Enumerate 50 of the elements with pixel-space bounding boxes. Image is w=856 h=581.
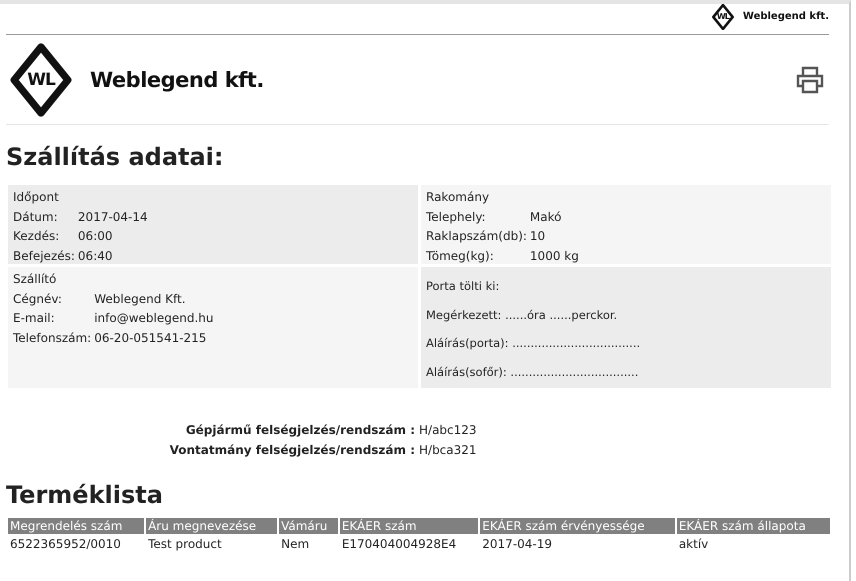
print-icon[interactable] bbox=[795, 66, 825, 94]
field-value: Makó bbox=[530, 208, 562, 226]
field-label: Befejezés: bbox=[13, 248, 75, 264]
table-cell-text: 2017-04-19 bbox=[481, 536, 554, 553]
field-label: Raklapszám(db): bbox=[426, 228, 527, 245]
field-label: Tömeg(kg): bbox=[426, 248, 495, 264]
table-cell-text: Test product bbox=[147, 536, 223, 553]
table-cell-text: E170404004928E4 bbox=[340, 536, 458, 553]
section-title: Szállítás adatai: bbox=[6, 142, 224, 172]
table-cell-text: Nem bbox=[280, 536, 310, 553]
form-line: Aláírás(porta): ................................... bbox=[426, 336, 642, 350]
panel-heading: Rakomány bbox=[426, 189, 490, 206]
brand-name: Weblegend kft. bbox=[90, 68, 264, 92]
field-value: 10 bbox=[530, 228, 546, 245]
column-header: Vámáru bbox=[279, 518, 338, 534]
field-label: Telefonszám: bbox=[13, 330, 92, 346]
field-label: E-mail: bbox=[13, 310, 56, 327]
form-line: Porta tölti ki: bbox=[426, 279, 500, 293]
panel-heading: Szállító bbox=[13, 271, 58, 288]
field-value: 06:40 bbox=[78, 248, 114, 264]
vehicle-value: H/abc123 bbox=[419, 422, 477, 439]
field-value: Weblegend Kft. bbox=[94, 290, 187, 308]
diamond-icon bbox=[10, 42, 72, 116]
logo-mark: WL bbox=[716, 12, 729, 21]
column-header: EKÁER szám bbox=[340, 518, 478, 534]
vehicle-label: Gépjármű felségjelzés/rendszám : bbox=[184, 422, 415, 439]
field-value: info@weblegend.hu bbox=[94, 310, 214, 327]
table-cell-text: 6522365952/0010 bbox=[9, 536, 122, 553]
column-header: Megrendelés szám bbox=[8, 518, 144, 534]
form-line: Aláírás(sofőr): ................................... bbox=[426, 364, 640, 378]
field-label: Kezdés: bbox=[13, 228, 60, 245]
panel-heading: Időpont bbox=[13, 189, 60, 206]
table-cell-text: aktív bbox=[678, 536, 710, 553]
field-value: 06-20-051541-215 bbox=[94, 330, 208, 346]
form-line: Megérkezett: ......óra ......perckor. bbox=[426, 308, 618, 322]
section-title: Terméklista bbox=[6, 480, 164, 510]
column-header: Áru megnevezése bbox=[146, 518, 278, 534]
field-label: Dátum: bbox=[13, 208, 59, 226]
field-value: 06:00 bbox=[78, 228, 114, 245]
field-label: Telephely: bbox=[426, 208, 487, 226]
logo-mark: WL bbox=[27, 70, 55, 90]
vehicle-label: Vontatmány felségjelzés/rendszám : bbox=[168, 442, 415, 459]
vehicle-value: H/bca321 bbox=[419, 442, 477, 459]
column-header: EKÁER szám állapota bbox=[676, 518, 830, 534]
diamond-icon bbox=[710, 4, 735, 30]
field-value: 2017-04-14 bbox=[78, 208, 148, 226]
field-label: Cégnév: bbox=[13, 290, 63, 308]
field-value: 1000 kg bbox=[530, 248, 579, 264]
brand-name: Weblegend kft. bbox=[742, 11, 829, 22]
column-header: EKÁER szám érvényessége bbox=[480, 518, 675, 534]
